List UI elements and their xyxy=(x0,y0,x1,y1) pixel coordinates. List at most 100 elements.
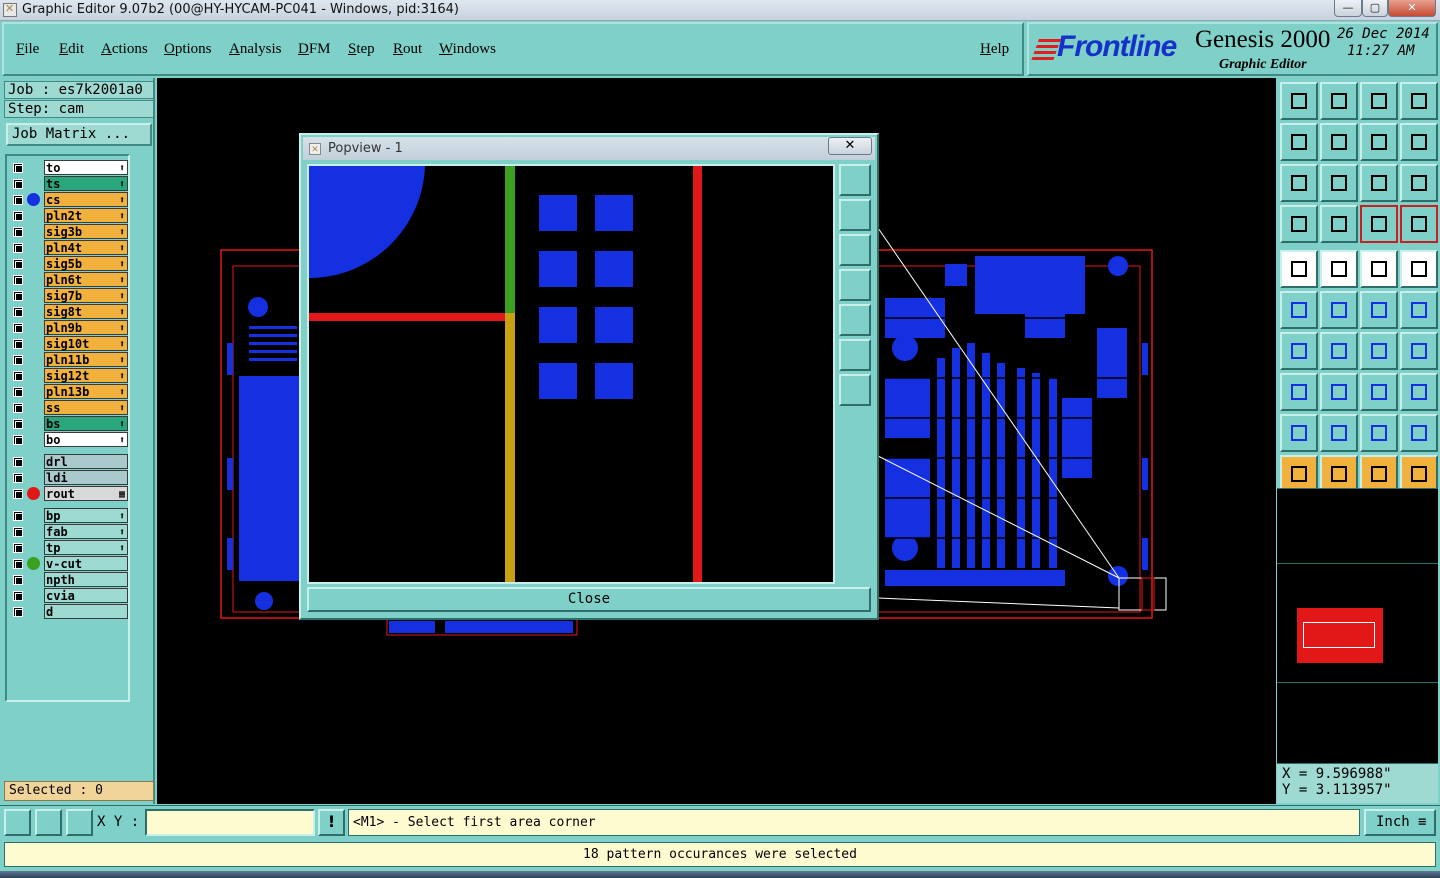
popview-close-button[interactable]: Close xyxy=(307,587,871,612)
popview-zoom-out-icon[interactable] xyxy=(839,339,871,371)
popview-window[interactable]: ✕ Popview - 1 ✕ Close xyxy=(299,133,879,620)
layer-checkbox[interactable] xyxy=(13,473,23,483)
menu-edit[interactable]: Edit xyxy=(59,41,84,58)
popview-close-icon[interactable]: ✕ xyxy=(828,137,872,155)
layer-checkbox[interactable] xyxy=(13,527,23,537)
move-right-icon[interactable] xyxy=(1320,123,1358,161)
layer-name[interactable]: pln4t ⬆ xyxy=(44,240,128,255)
menu-rout[interactable]: Rout xyxy=(393,41,422,58)
layer-checkbox[interactable] xyxy=(13,559,23,569)
angle-tool-icon[interactable] xyxy=(1280,332,1318,370)
layer-checkbox[interactable] xyxy=(13,291,23,301)
navigator-view[interactable] xyxy=(1277,563,1438,683)
node-tool-icon[interactable] xyxy=(1280,291,1318,329)
maximize-button[interactable]: ▢ xyxy=(1362,0,1388,17)
popview-zoom-in-icon[interactable] xyxy=(839,374,871,406)
home-icon[interactable] xyxy=(1360,82,1398,120)
layer-row-sig10t[interactable]: sig10t ⬆ xyxy=(9,336,128,351)
menu-windows[interactable]: Windows xyxy=(439,41,496,58)
layer-checkbox[interactable] xyxy=(13,591,23,601)
layer-name[interactable]: pln9b ⬆ xyxy=(44,320,128,335)
circle-tool-icon[interactable] xyxy=(1400,250,1438,288)
layer-name[interactable]: pln6t ⬆ xyxy=(44,272,128,287)
zoom-1to2-icon[interactable] xyxy=(1360,164,1398,202)
layer-checkbox[interactable] xyxy=(13,307,23,317)
popview-zoom-fit-icon[interactable] xyxy=(839,164,871,196)
layer-row-drl[interactable]: drl xyxy=(9,454,128,469)
triangle-a-icon[interactable] xyxy=(1360,414,1398,452)
layer-name[interactable]: bp ⬆ xyxy=(44,508,128,523)
layer-name[interactable]: tp ⬆ xyxy=(44,540,128,555)
layer-row-ldi[interactable]: ldi xyxy=(9,470,128,485)
layer-row-tp[interactable]: tp ⬆ xyxy=(9,540,128,555)
job-matrix-button[interactable]: Job Matrix ... xyxy=(6,123,152,146)
layer-name[interactable]: sig5b ⬆ xyxy=(44,256,128,271)
window-split-icon[interactable] xyxy=(1400,82,1438,120)
minimize-button[interactable]: — xyxy=(1334,0,1362,17)
zoom-prev-icon[interactable] xyxy=(1360,123,1398,161)
layer-checkbox[interactable] xyxy=(13,163,23,173)
snap-red2-icon[interactable] xyxy=(1400,205,1438,243)
layer-row-cs[interactable]: cs ⬆ xyxy=(9,192,128,207)
triangle-b-icon[interactable] xyxy=(1400,414,1438,452)
properties-icon[interactable] xyxy=(1280,205,1318,243)
layer-name[interactable]: d xyxy=(44,604,128,619)
layer-row-pln2t[interactable]: pln2t ⬆ xyxy=(9,208,128,223)
layer-row-ts[interactable]: ts ⬆ xyxy=(9,176,128,191)
layer-name[interactable]: pln13b ⬆ xyxy=(44,384,128,399)
layer-name[interactable]: npth xyxy=(44,572,128,587)
measure-mode-icon[interactable] xyxy=(35,809,62,836)
layer-row-sig7b[interactable]: sig7b ⬆ xyxy=(9,288,128,303)
help-icon[interactable] xyxy=(1400,164,1438,202)
move-up-icon[interactable] xyxy=(1280,82,1318,120)
layer-checkbox[interactable] xyxy=(13,243,23,253)
layer-row-ss[interactable]: ss ⬆ xyxy=(9,400,128,415)
popview-graphic[interactable] xyxy=(307,164,835,584)
layer-row-pln9b[interactable]: pln9b ⬆ xyxy=(9,320,128,335)
layer-name[interactable]: sig12t ⬆ xyxy=(44,368,128,383)
cross-tool-icon[interactable] xyxy=(1320,291,1358,329)
layer-checkbox[interactable] xyxy=(13,511,23,521)
layer-name[interactable]: drl xyxy=(44,454,128,469)
layer-name[interactable]: ts ⬆ xyxy=(44,176,128,191)
layer-row-to[interactable]: to ⬆ xyxy=(9,160,128,175)
layer-row-npth[interactable]: npth xyxy=(9,572,128,587)
close-window-button[interactable]: ✕ xyxy=(1388,0,1436,17)
layer-row-cvia[interactable]: cvia xyxy=(9,588,128,603)
triangle-up-icon[interactable] xyxy=(1320,414,1358,452)
layer-row-bo[interactable]: bo ⬆ xyxy=(9,432,128,447)
grid-snap-icon[interactable] xyxy=(66,809,93,836)
layer-checkbox[interactable] xyxy=(13,179,23,189)
menu-file[interactable]: File xyxy=(16,41,39,58)
layer-checkbox[interactable] xyxy=(13,543,23,553)
layer-name[interactable]: pln2t ⬆ xyxy=(44,208,128,223)
layer-name[interactable]: rout ▦ xyxy=(44,486,128,501)
menu-step[interactable]: Step xyxy=(348,41,375,58)
layer-name[interactable]: cvia xyxy=(44,588,128,603)
snap-red-icon[interactable] xyxy=(1360,205,1398,243)
copy-shapes-icon[interactable] xyxy=(1400,373,1438,411)
popview-pan-up-icon[interactable] xyxy=(839,199,871,231)
menu-actions[interactable]: Actions xyxy=(101,41,148,58)
slash-tool-icon[interactable] xyxy=(1320,332,1358,370)
popview-pan-left-icon[interactable] xyxy=(839,269,871,301)
menu-analysis[interactable]: Analysis xyxy=(229,41,282,58)
move-down-icon[interactable] xyxy=(1320,82,1358,120)
layer-row-pln13b[interactable]: pln13b ⬆ xyxy=(9,384,128,399)
triangle-tool-icon[interactable] xyxy=(1280,414,1318,452)
redraw-icon[interactable] xyxy=(1400,123,1438,161)
layer-name[interactable]: ss ⬆ xyxy=(44,400,128,415)
line-tool-icon[interactable] xyxy=(1320,250,1358,288)
layer-row-rout[interactable]: rout ▦ xyxy=(9,486,128,501)
layer-name[interactable]: v-cut xyxy=(44,556,128,571)
grid-icon[interactable] xyxy=(1320,205,1358,243)
popview-pan-right-icon[interactable] xyxy=(839,304,871,336)
layer-row-pln6t[interactable]: pln6t ⬆ xyxy=(9,272,128,287)
layer-checkbox[interactable] xyxy=(13,195,23,205)
layer-name[interactable]: sig8t ⬆ xyxy=(44,304,128,319)
layer-checkbox[interactable] xyxy=(13,575,23,585)
add-feature-icon[interactable] xyxy=(1280,373,1318,411)
layer-checkbox[interactable] xyxy=(13,607,23,617)
layer-checkbox[interactable] xyxy=(13,339,23,349)
snap-mode-icon[interactable] xyxy=(4,809,31,836)
